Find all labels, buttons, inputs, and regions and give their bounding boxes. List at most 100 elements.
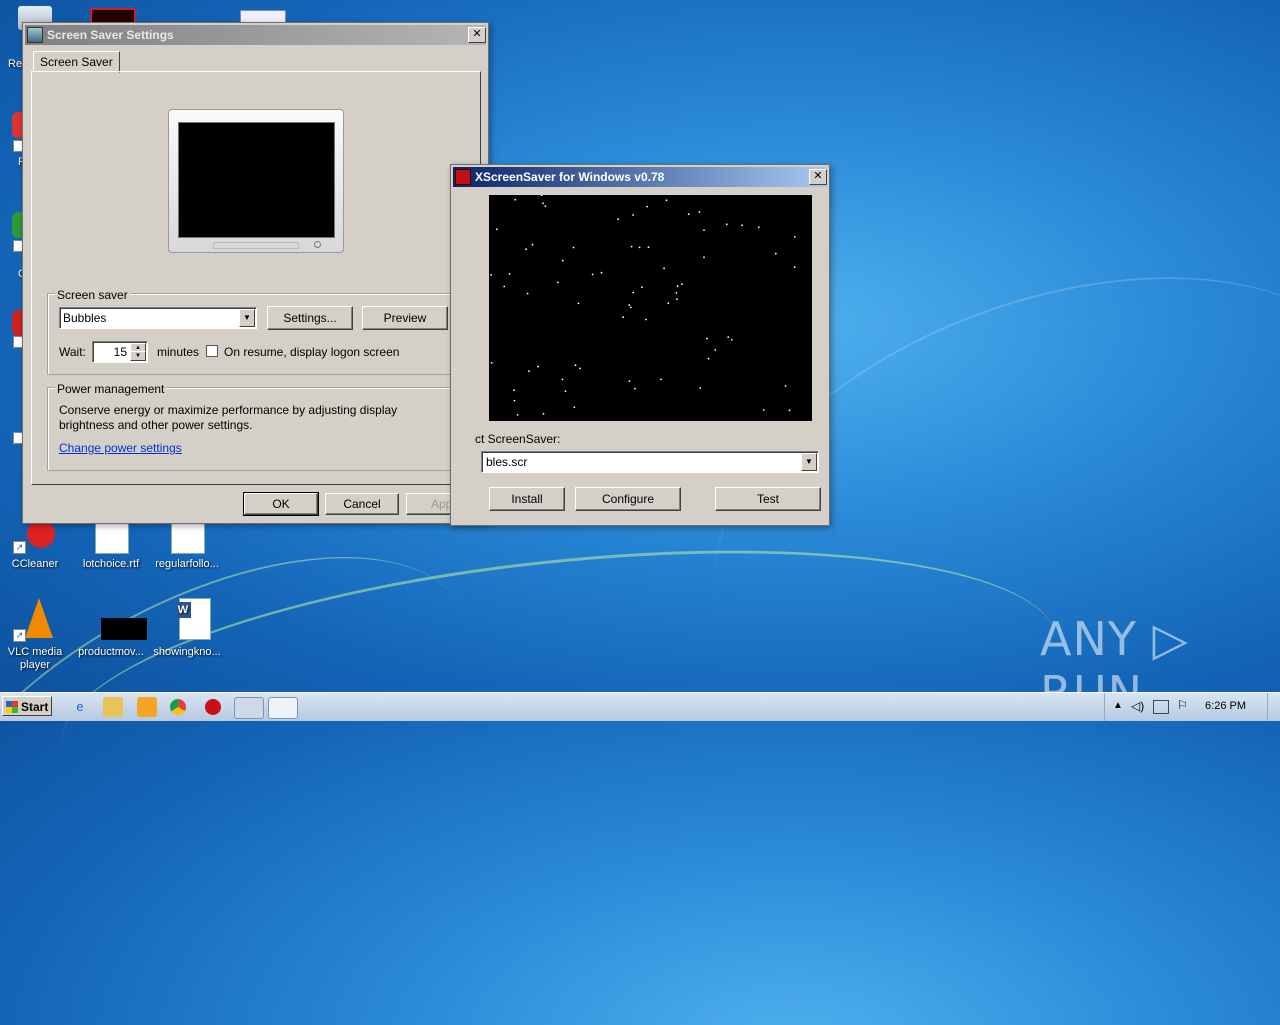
bubble-dot <box>725 223 728 226</box>
chevron-down-icon[interactable]: ▼ <box>801 453 817 471</box>
chrome-icon[interactable] <box>170 699 186 715</box>
desktop-icon-ccleaner[interactable]: ↗ CCleaner <box>0 518 70 571</box>
bubble-dot <box>577 302 580 305</box>
start-button[interactable]: Start <box>2 696 52 716</box>
bubble-dot <box>557 281 559 284</box>
change-power-settings-link[interactable]: Change power settings <box>59 441 182 455</box>
bubble-dot <box>762 409 765 411</box>
bubble-dot <box>741 224 743 227</box>
bubble-dot <box>788 409 791 412</box>
bubble-dot <box>663 267 665 270</box>
desktop-icon-regularfollo[interactable]: regularfollo... <box>152 518 222 571</box>
ok-button[interactable]: OK <box>243 492 319 516</box>
desktop-icon-showingkno[interactable]: W showingkno... <box>152 598 222 659</box>
bubble-dot <box>638 246 641 249</box>
show-hidden-icons-icon[interactable]: ▲ <box>1113 700 1123 711</box>
desktop-icon-label: regularfollo... <box>155 558 219 570</box>
power-description: Conserve energy or maximize performance … <box>59 403 398 432</box>
internet-explorer-icon[interactable]: e <box>70 697 90 717</box>
volume-icon[interactable]: ◁) <box>1131 699 1144 713</box>
screen-saver-settings-window: Screen Saver Settings ✕ Screen Saver Scr… <box>22 22 489 524</box>
screen-saver-settings-taskbar-button[interactable] <box>268 697 298 719</box>
resume-label: On resume, display logon screen <box>224 345 400 359</box>
preview-monitor <box>168 109 344 253</box>
desktop-icon-label: VLC media player <box>7 646 63 671</box>
clock[interactable]: 6:26 PM <box>1205 700 1246 712</box>
select-value: Bubbles <box>63 311 107 325</box>
xscreensaver-taskbar-button[interactable] <box>234 697 264 719</box>
test-button[interactable]: Test <box>715 487 821 511</box>
bubble-dot <box>542 412 545 415</box>
bubble-dot <box>634 387 636 390</box>
bubble-dot <box>660 378 662 381</box>
bubble-dot <box>714 349 717 351</box>
desktop-icon-label: productmov... <box>78 646 144 658</box>
media-player-icon[interactable] <box>137 697 157 717</box>
start-label: Start <box>21 700 49 714</box>
title-bar[interactable]: XScreenSaver for Windows v0.78 <box>453 167 827 187</box>
wait-value: 15 <box>113 345 127 359</box>
bubble-dot <box>774 252 777 255</box>
preview-button[interactable]: Preview <box>362 306 448 330</box>
desktop-icon-productmov[interactable]: productmov... <box>76 598 147 659</box>
screensaver-select[interactable]: bles.scr ▼ <box>481 451 819 473</box>
wait-minutes-stepper[interactable]: 15 ▲ ▼ <box>92 341 148 363</box>
action-center-flag-icon[interactable]: ⚐ <box>1177 698 1188 712</box>
network-icon[interactable] <box>1153 700 1169 714</box>
chevron-down-icon[interactable]: ▼ <box>239 309 255 327</box>
settings-button[interactable]: Settings... <box>267 306 353 330</box>
window-title: Screen Saver Settings <box>47 28 174 42</box>
bubble-dot <box>508 273 511 275</box>
bubble-dot <box>513 399 516 402</box>
bubble-dot <box>630 245 633 248</box>
bubble-dot <box>757 226 760 229</box>
bubble-dot <box>579 367 581 370</box>
recycle-bin-label: Re <box>8 58 23 70</box>
bubble-dot <box>617 218 619 221</box>
bubble-dot <box>516 414 519 416</box>
close-button[interactable]: ✕ <box>468 27 486 43</box>
title-bar[interactable]: Screen Saver Settings <box>25 25 486 45</box>
file-explorer-icon[interactable] <box>103 697 123 717</box>
desktop-icon-label: lotchoice.rtf <box>82 558 140 570</box>
xscreensaver-window: XScreenSaver for Windows v0.78 ✕ ct Scre… <box>450 164 830 526</box>
window-title: XScreenSaver for Windows v0.78 <box>475 170 665 184</box>
bubble-dot <box>665 199 668 202</box>
preview-screen <box>178 122 335 238</box>
tab-screen-saver[interactable]: Screen Saver <box>33 51 120 73</box>
taskbar: Start e ▲ ◁) ⚐ 6:26 PM <box>0 692 1280 721</box>
bubble-dot <box>600 271 603 274</box>
bubble-dot <box>544 205 547 207</box>
bubble-dot <box>676 298 678 300</box>
configure-button[interactable]: Configure <box>575 487 681 511</box>
bubble-dot <box>667 302 670 305</box>
bubble-dot <box>622 316 625 319</box>
screen-saver-select[interactable]: Bubbles ▼ <box>59 307 257 329</box>
word-document-icon: W <box>165 598 211 642</box>
desktop-icon-lotchoice[interactable]: lotchoice.rtf <box>76 518 146 571</box>
install-button[interactable]: Install <box>489 487 565 511</box>
bubble-dot <box>542 202 544 205</box>
bubble-dot <box>699 387 702 389</box>
system-tray: ▲ ◁) ⚐ 6:26 PM <box>1104 693 1280 721</box>
close-button[interactable]: ✕ <box>809 169 827 185</box>
opera-icon[interactable] <box>205 699 221 715</box>
resume-checkbox[interactable] <box>206 345 218 357</box>
video-file-icon <box>89 598 147 642</box>
spin-down-icon[interactable]: ▼ <box>130 351 146 361</box>
bubble-dot <box>526 292 529 295</box>
bubble-dot <box>645 318 647 321</box>
bubble-dot <box>572 246 575 249</box>
bubble-dot <box>646 205 648 208</box>
bubble-dot <box>793 266 796 268</box>
windows-logo-icon <box>6 701 18 713</box>
desktop-icon-vlc[interactable]: ↗ VLC media player <box>0 598 70 672</box>
bubble-dot <box>632 291 635 294</box>
monitor-stand <box>213 242 299 249</box>
cancel-button[interactable]: Cancel <box>325 493 399 515</box>
bubble-dot <box>514 198 517 201</box>
bubble-dot <box>641 286 643 288</box>
desktop-icon-label: CCleaner <box>11 558 59 570</box>
show-desktop-button[interactable] <box>1267 693 1280 721</box>
bubble-dot <box>561 259 564 262</box>
